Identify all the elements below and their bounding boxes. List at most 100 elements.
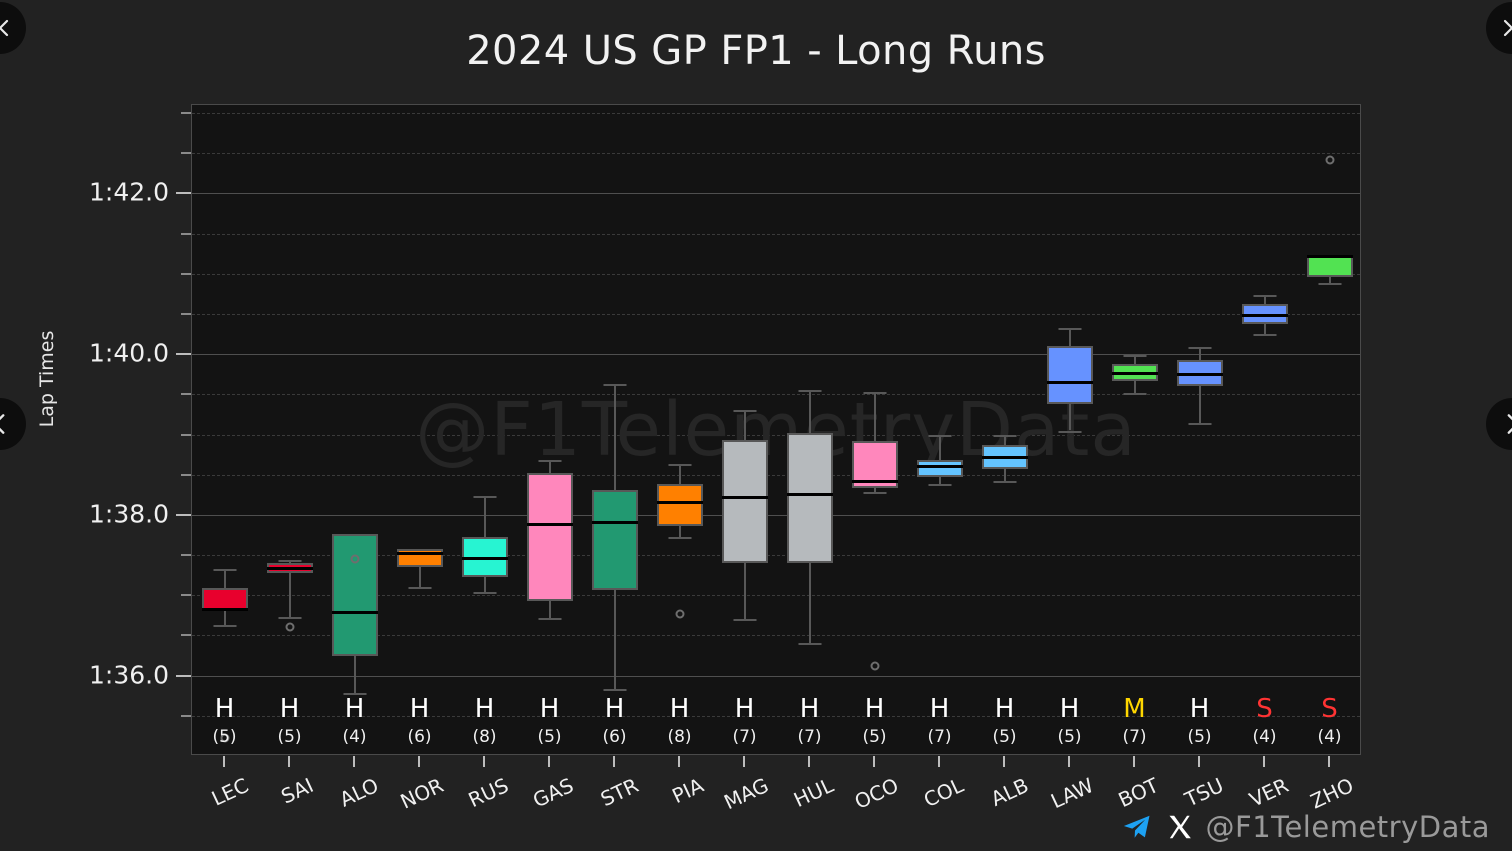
boxplot-box[interactable] xyxy=(656,105,703,754)
whisker-cap-upper xyxy=(668,464,691,467)
median-line xyxy=(266,567,313,571)
chevron-left-icon xyxy=(0,414,5,434)
whisker-cap-lower xyxy=(408,587,431,590)
next-button[interactable] xyxy=(1486,398,1512,450)
median-line xyxy=(786,493,833,497)
whisker-lower xyxy=(418,567,421,588)
median-line xyxy=(526,523,573,527)
screenshot-root: 2024 US GP FP1 - Long Runs Lap Times 1:4… xyxy=(0,0,1512,851)
whisker-upper xyxy=(483,495,486,538)
tyre-compound-letter: H xyxy=(1059,694,1080,724)
whisker-cap-upper xyxy=(1058,327,1081,330)
median-line xyxy=(461,556,508,560)
whisker-cap-lower xyxy=(993,481,1016,484)
outlier-point[interactable] xyxy=(350,554,359,564)
tyre-lap-count: (7) xyxy=(732,727,757,747)
whisker-upper xyxy=(1068,327,1071,347)
tyre-lap-count: (5) xyxy=(862,727,887,747)
whisker-lower xyxy=(1068,403,1071,431)
boxplot-box[interactable] xyxy=(331,105,378,754)
y-axis-tick-label: 1:42.0 xyxy=(89,177,169,207)
x-axis-tick-mark xyxy=(1327,756,1330,767)
box-rect[interactable] xyxy=(786,432,833,564)
footer-credit: @F1TelemetryData xyxy=(1120,810,1490,844)
median-line xyxy=(396,551,443,555)
x-axis-tick-mark xyxy=(937,756,940,767)
tyre-compound-letter: H xyxy=(539,694,560,724)
median-line xyxy=(1046,380,1093,384)
box-rect[interactable] xyxy=(916,460,963,478)
outlier-point[interactable] xyxy=(870,661,879,671)
tyre-compound-letter: H xyxy=(214,694,235,724)
telegram-icon[interactable] xyxy=(1120,812,1154,842)
whisker-cap-lower xyxy=(278,616,301,619)
tyre-lap-count: (6) xyxy=(602,727,627,747)
tyre-compound-nor: H (6) xyxy=(387,696,452,746)
whisker-cap-upper xyxy=(1123,354,1146,357)
tyre-lap-count: (8) xyxy=(667,727,692,747)
boxplot-box[interactable] xyxy=(1176,105,1223,754)
page-title: 2024 US GP FP1 - Long Runs xyxy=(466,28,1046,74)
outlier-point[interactable] xyxy=(1325,155,1334,165)
tyre-compound-oco: H (5) xyxy=(842,696,907,746)
boxplot-box[interactable] xyxy=(526,105,573,754)
boxplot-box[interactable] xyxy=(786,105,833,754)
box-rect[interactable] xyxy=(591,489,638,590)
x-axis-tick-mark xyxy=(287,756,290,767)
whisker-cap-lower xyxy=(1188,423,1211,426)
whisker-lower xyxy=(743,563,746,620)
chevron-right-icon xyxy=(1507,414,1512,434)
tyre-lap-count: (7) xyxy=(927,727,952,747)
outlier-point[interactable] xyxy=(285,622,294,632)
box-rect[interactable] xyxy=(1306,256,1353,277)
whisker-cap-lower xyxy=(1318,283,1341,286)
tyre-lap-count: (5) xyxy=(277,727,302,747)
box-rect[interactable] xyxy=(721,440,768,564)
median-line xyxy=(1306,255,1353,259)
box-rect[interactable] xyxy=(331,534,378,657)
median-line xyxy=(851,480,898,484)
x-axis-tick-mark xyxy=(612,756,615,767)
median-line xyxy=(331,611,378,615)
tyre-compound-letter: H xyxy=(1189,694,1210,724)
whisker-upper xyxy=(613,383,616,490)
boxplot-box[interactable] xyxy=(1046,105,1093,754)
tyre-compound-letter: H xyxy=(799,694,820,724)
boxplot-box[interactable] xyxy=(721,105,768,754)
boxplot-box[interactable] xyxy=(201,105,248,754)
boxplot-box[interactable] xyxy=(396,105,443,754)
tyre-compound-gas: H (5) xyxy=(517,696,582,746)
boxplot-box[interactable] xyxy=(981,105,1028,754)
whisker-cap-lower xyxy=(668,537,691,540)
box-rect[interactable] xyxy=(1046,346,1093,404)
boxplot-box[interactable] xyxy=(851,105,898,754)
boxplot-box[interactable] xyxy=(591,105,638,754)
whisker-upper xyxy=(938,434,941,461)
outlier-point[interactable] xyxy=(675,609,684,619)
y-axis-minor-tick-mark xyxy=(181,473,191,476)
tyre-compound-zho: S (4) xyxy=(1297,696,1360,746)
boxplot-box[interactable] xyxy=(461,105,508,754)
whisker-lower xyxy=(288,572,291,617)
previous-button[interactable] xyxy=(0,398,26,450)
box-rect[interactable] xyxy=(526,473,573,601)
tyre-compound-alb: H (5) xyxy=(972,696,1037,746)
boxplot-box[interactable] xyxy=(266,105,313,754)
x-axis-tick-mark xyxy=(742,756,745,767)
whisker-cap-upper xyxy=(733,409,756,412)
whisker-cap-lower xyxy=(473,592,496,595)
boxplot-box[interactable] xyxy=(1306,105,1353,754)
whisker-cap-upper xyxy=(928,434,951,437)
x-twitter-icon[interactable] xyxy=(1166,813,1194,841)
y-axis-minor-tick-mark xyxy=(181,232,191,235)
median-line xyxy=(1241,314,1288,318)
boxplot-box[interactable] xyxy=(1111,105,1158,754)
tyre-compound-letter: H xyxy=(604,694,625,724)
boxplot-box[interactable] xyxy=(1241,105,1288,754)
tyre-compound-letter: H xyxy=(279,694,300,724)
whisker-lower xyxy=(548,600,551,618)
boxplot-box[interactable] xyxy=(916,105,963,754)
tyre-compound-letter: S xyxy=(1256,694,1273,724)
whisker-lower xyxy=(1003,469,1006,482)
box-rect[interactable] xyxy=(656,483,703,527)
